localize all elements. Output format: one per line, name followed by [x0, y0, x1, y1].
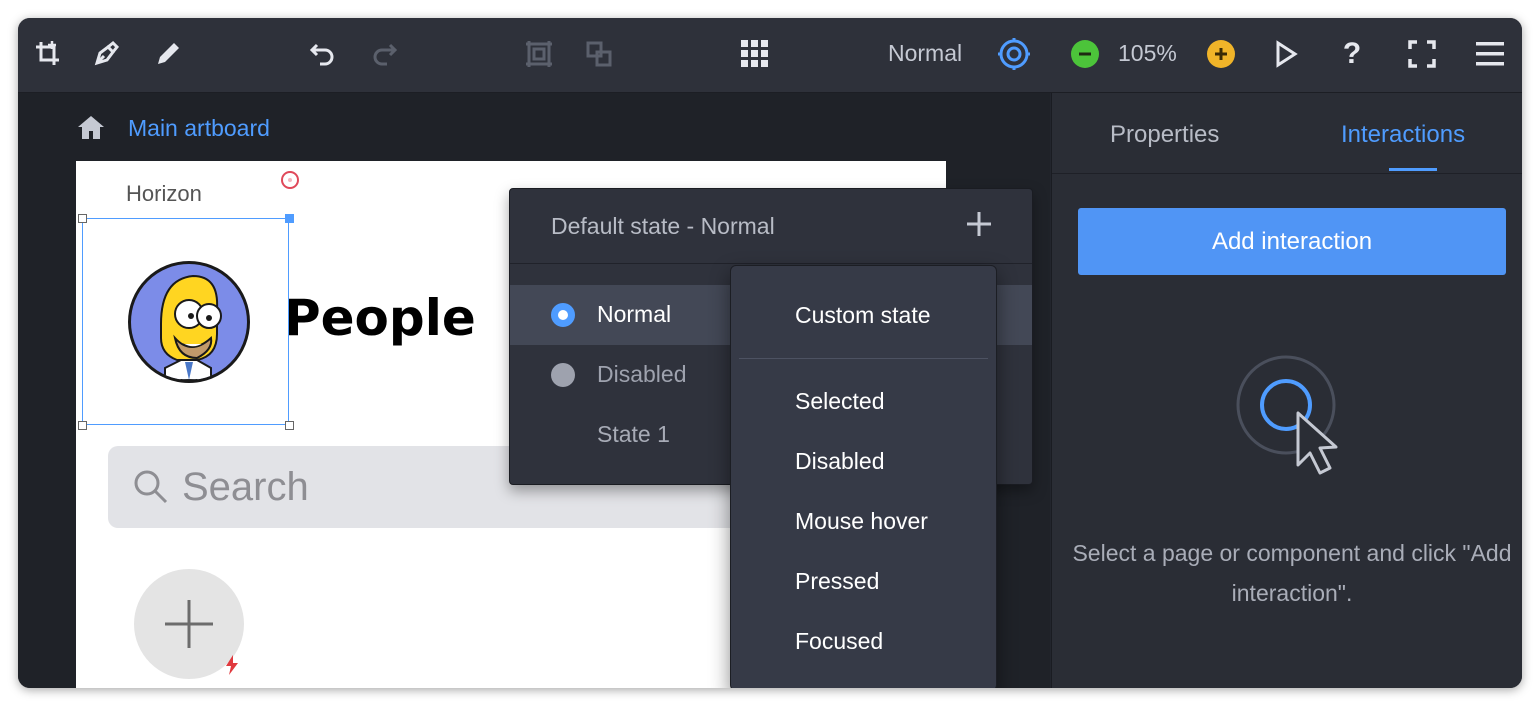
menu-item-mouse-hover[interactable]: Mouse hover — [731, 492, 996, 550]
breadcrumb: Main artboard — [76, 113, 270, 143]
canvas-area[interactable]: Main artboard Horizon People Search Defa… — [18, 93, 1050, 688]
selection-box — [82, 218, 289, 425]
tab-interactions[interactable]: Interactions — [1341, 121, 1465, 149]
resize-handle[interactable] — [78, 214, 87, 223]
menu-item-label: Custom state — [795, 302, 931, 328]
radio-icon — [551, 363, 575, 387]
menu-item-focused[interactable]: Focused — [731, 612, 996, 670]
pencil-icon[interactable] — [150, 36, 186, 72]
ungroup-icon[interactable] — [581, 36, 617, 72]
grid-icon[interactable] — [737, 36, 773, 72]
search-placeholder: Search — [182, 464, 309, 509]
menu-item-label: Disabled — [795, 448, 885, 474]
radio-selected-icon — [551, 303, 575, 327]
menu-item-custom-state[interactable]: Custom state — [731, 286, 996, 344]
inspector-tabs: Properties Interactions — [1052, 93, 1522, 174]
tab-properties[interactable]: Properties — [1110, 121, 1219, 149]
plus-icon — [165, 600, 213, 648]
active-tab-indicator — [1389, 168, 1437, 171]
state-label: Disabled — [597, 361, 687, 387]
empty-state-message: Select a page or component and click "Ad… — [1072, 540, 1512, 606]
menu-item-pressed[interactable]: Pressed — [731, 552, 996, 610]
mode-label: Normal — [888, 40, 963, 66]
pen-icon[interactable] — [88, 36, 124, 72]
state-label: State 1 — [597, 421, 670, 447]
home-icon[interactable] — [76, 113, 106, 143]
states-panel-title: Default state - Normal — [551, 213, 775, 239]
menu-item-label: Pressed — [795, 568, 880, 594]
menu-item-label: Selected — [795, 388, 885, 414]
page-heading: People — [284, 289, 476, 347]
resize-handle[interactable] — [78, 421, 87, 430]
play-icon[interactable] — [1268, 36, 1304, 72]
rotate-handle-icon[interactable] — [279, 169, 301, 191]
search-icon — [134, 470, 168, 504]
undo-icon[interactable] — [305, 36, 341, 72]
toolbar: Normal 105% ? — [18, 18, 1522, 93]
zoom-in-icon[interactable] — [1207, 40, 1235, 68]
lightning-icon — [226, 655, 238, 675]
menu-item-label: Mouse hover — [795, 508, 928, 534]
zoom-level: 105% — [1118, 40, 1177, 66]
resize-handle[interactable] — [285, 421, 294, 430]
zoom-out-icon[interactable] — [1071, 40, 1099, 68]
add-state-icon[interactable] — [964, 209, 994, 239]
interaction-cursor-icon — [1236, 355, 1338, 475]
menu-item-selected[interactable]: Selected — [731, 372, 996, 430]
group-icon[interactable] — [521, 36, 557, 72]
resize-handle[interactable] — [285, 214, 294, 223]
app-window: Normal 105% ? Main artboard Horizon Peop… — [18, 18, 1522, 688]
add-interaction-button[interactable]: Add interaction — [1078, 208, 1506, 275]
menu-icon[interactable] — [1472, 36, 1508, 72]
states-icon[interactable] — [996, 36, 1032, 72]
status-label: Horizon — [126, 181, 202, 206]
breadcrumb-main-artboard[interactable]: Main artboard — [128, 115, 270, 142]
menu-divider — [739, 358, 988, 359]
help-icon[interactable]: ? — [1334, 36, 1370, 72]
fullscreen-icon[interactable] — [1404, 36, 1440, 72]
state-label: Normal — [597, 301, 672, 327]
menu-item-label: Focused — [795, 628, 884, 654]
inspector-panel: Properties Interactions Add interaction … — [1051, 93, 1522, 688]
menu-item-disabled[interactable]: Disabled — [731, 432, 996, 490]
add-artboard-icon[interactable] — [30, 36, 66, 72]
state-type-menu: Custom state Selected Disabled Mouse hov… — [730, 265, 997, 688]
redo-icon[interactable] — [366, 36, 402, 72]
states-panel-header: Default state - Normal — [510, 189, 1032, 264]
